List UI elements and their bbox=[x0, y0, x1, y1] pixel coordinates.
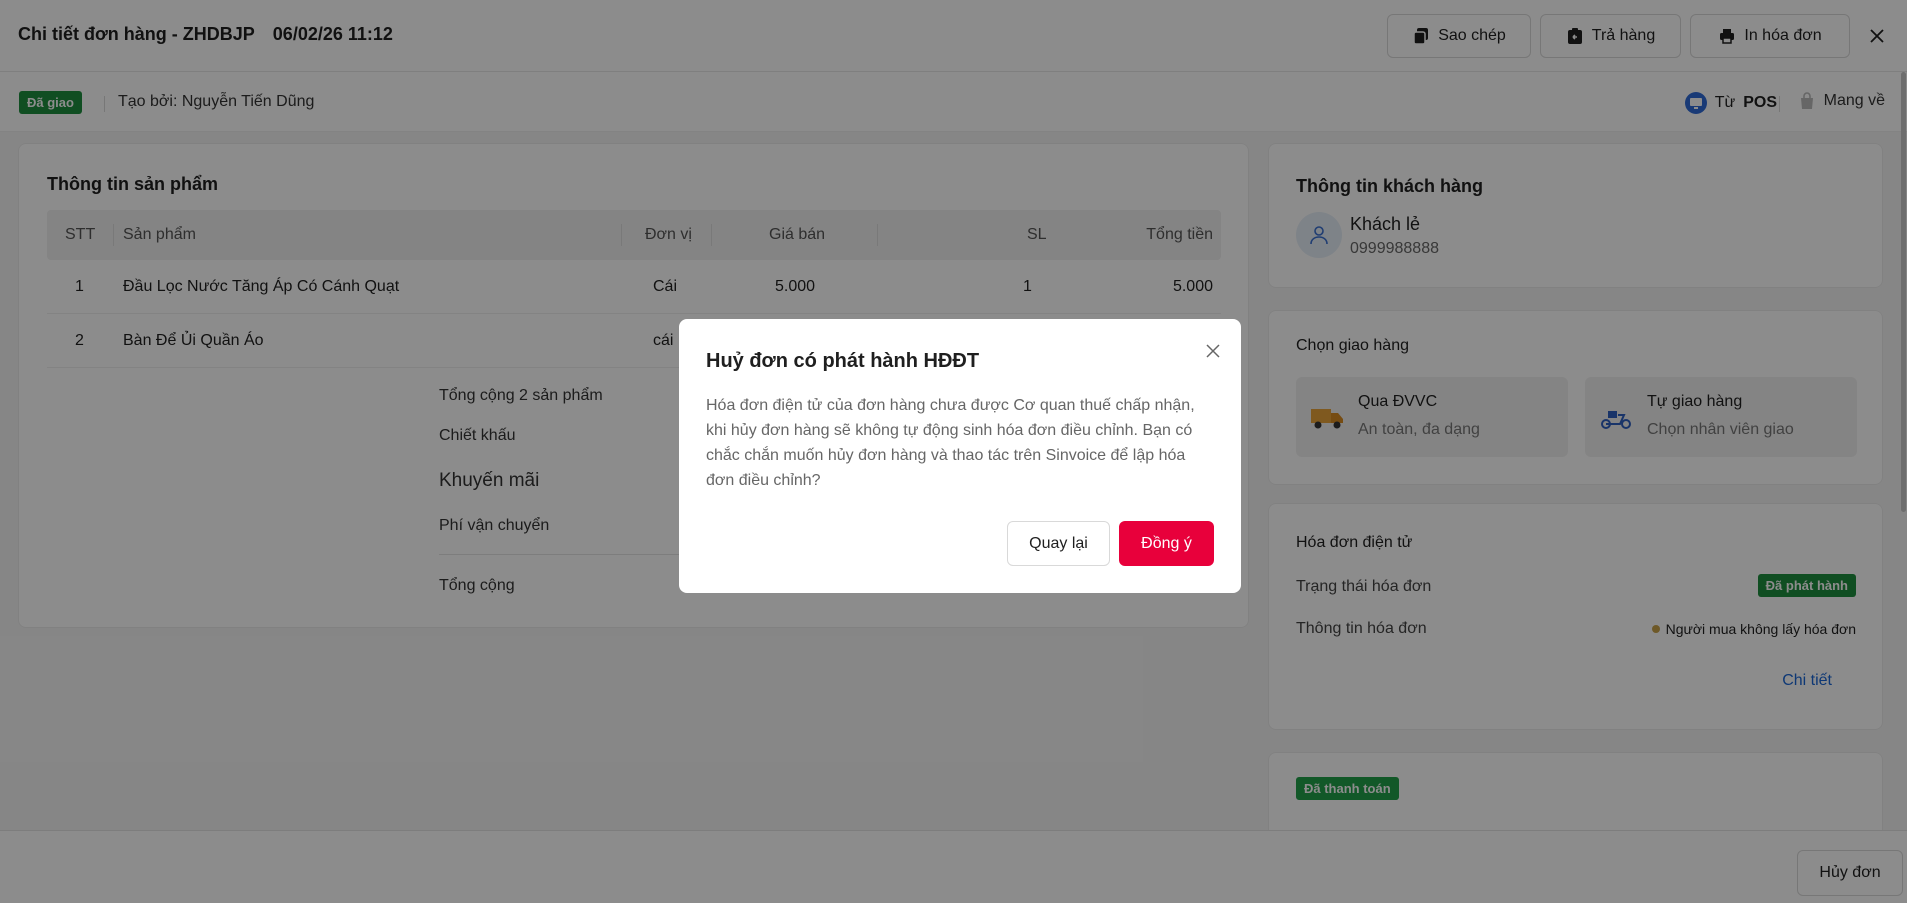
cancel-confirm-dialog: Huỷ đơn có phát hành HĐĐT Hóa đơn điện t… bbox=[679, 319, 1241, 593]
back-button[interactable]: Quay lại bbox=[1007, 521, 1110, 566]
dialog-title: Huỷ đơn có phát hành HĐĐT bbox=[706, 350, 980, 372]
close-icon bbox=[1206, 344, 1220, 358]
dialog-close-button[interactable] bbox=[1201, 339, 1225, 363]
dialog-message: Hóa đơn điện tử của đơn hàng chưa được C… bbox=[706, 397, 1195, 489]
confirm-button[interactable]: Đồng ý bbox=[1119, 521, 1214, 566]
